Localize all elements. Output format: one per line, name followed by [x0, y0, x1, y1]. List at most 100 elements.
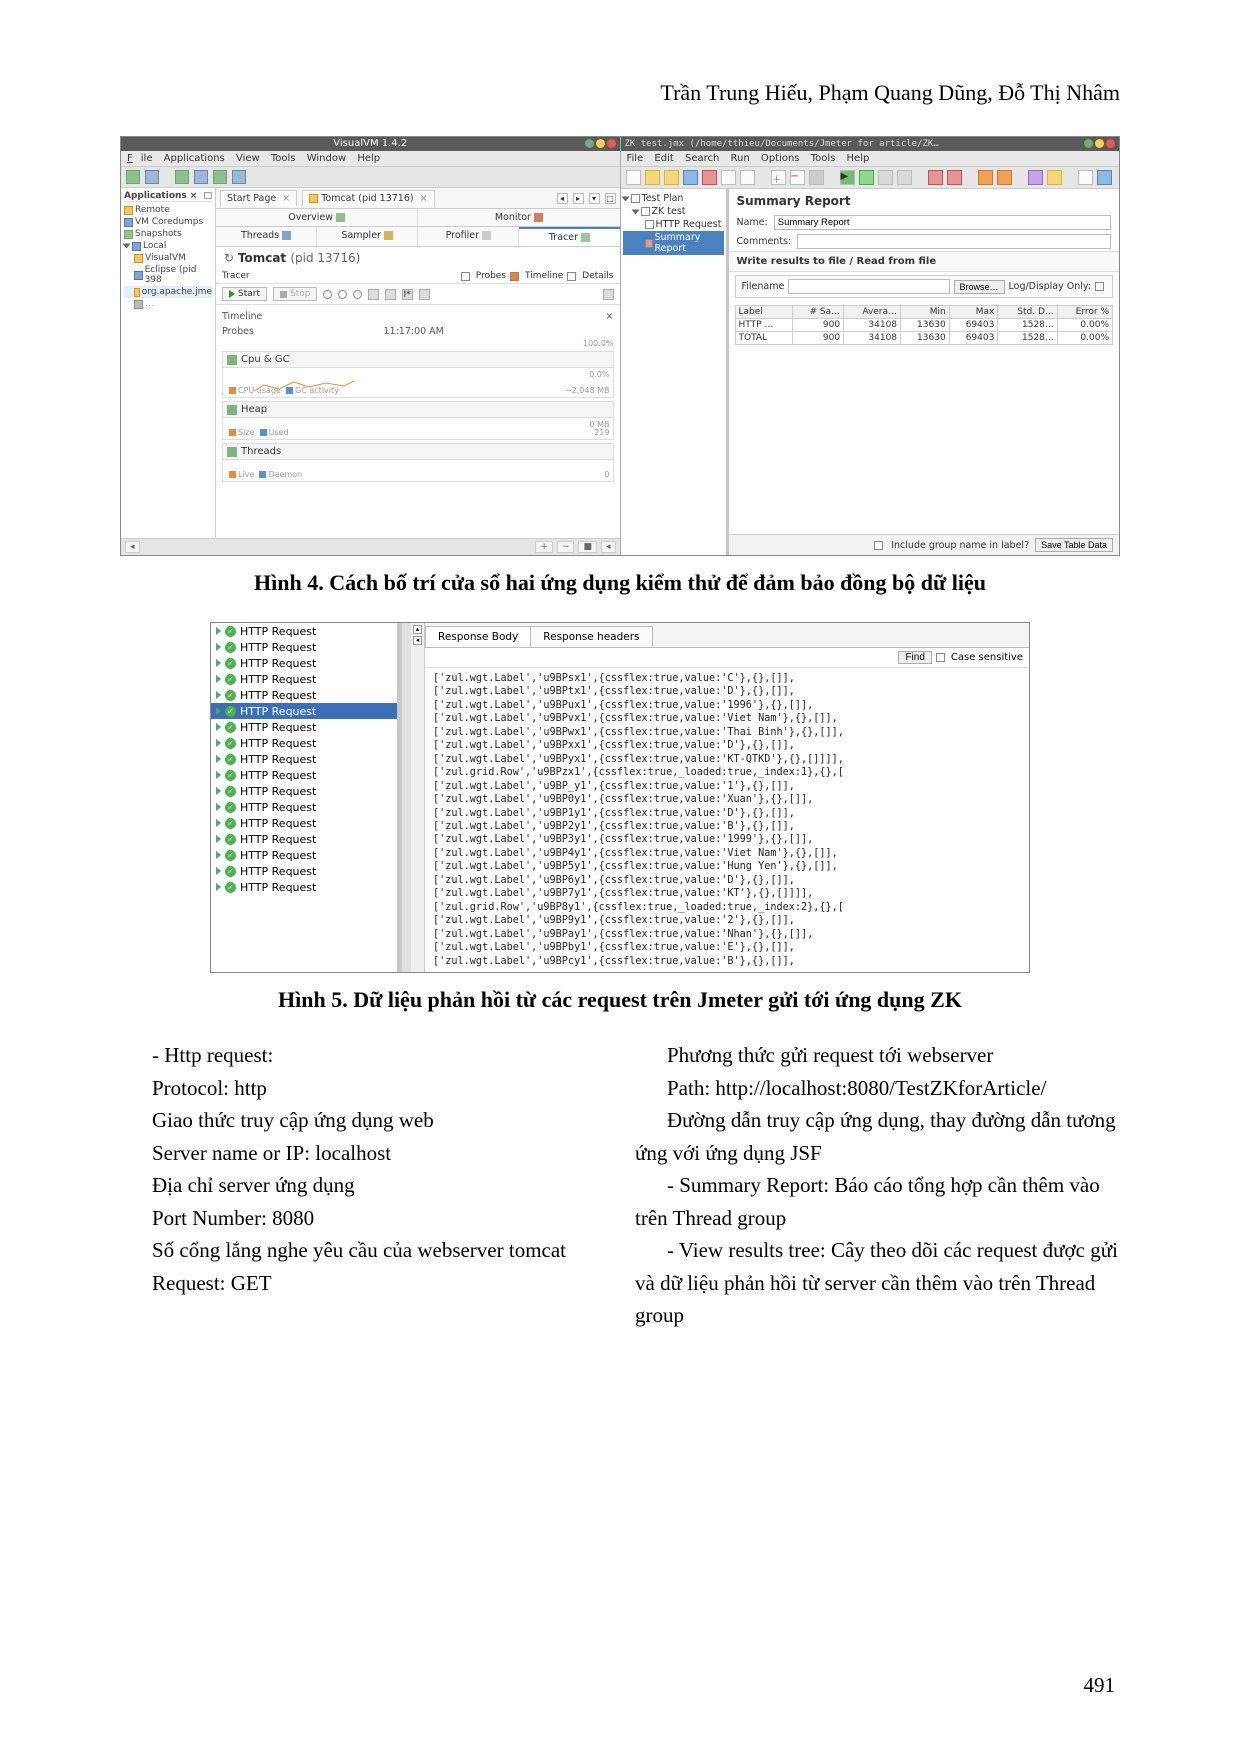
toolbar-icon[interactable]: [175, 170, 189, 184]
toolbar-icon[interactable]: [232, 170, 246, 184]
footer-btn[interactable]: ◂: [125, 541, 140, 553]
request-item[interactable]: ✓HTTP Request: [211, 687, 397, 703]
expand-icon[interactable]: [216, 883, 221, 891]
expand-icon[interactable]: [216, 819, 221, 827]
probes-checkbox[interactable]: [461, 272, 470, 281]
pin-icon[interactable]: × □: [190, 191, 212, 201]
toolbar-icon[interactable]: [145, 170, 159, 184]
save-icon[interactable]: [683, 170, 698, 185]
expand-icon[interactable]: [216, 643, 221, 651]
stop-button[interactable]: Stop: [273, 287, 317, 301]
request-item[interactable]: ✓HTTP Request: [211, 863, 397, 879]
node-apache-jmeter[interactable]: org.apache.jme: [124, 286, 212, 298]
menu-applications[interactable]: Applications: [164, 153, 225, 164]
response-body[interactable]: ['zul.wgt.Label','u9BPsx1',{cssflex:true…: [425, 668, 1029, 972]
tab-response-body[interactable]: Response Body: [425, 626, 531, 647]
filename-input[interactable]: [788, 279, 949, 294]
tab-right-icon[interactable]: ▸: [573, 193, 584, 204]
node-local[interactable]: Local: [124, 240, 212, 252]
subtab-profiler[interactable]: Profiler: [418, 227, 519, 246]
comments-input[interactable]: [797, 234, 1111, 249]
stop-icon[interactable]: [878, 170, 893, 185]
expand-icon[interactable]: [216, 707, 221, 715]
expand-icon[interactable]: [216, 787, 221, 795]
visualvm-menubar[interactable]: File Applications View Tools Window Help: [121, 151, 620, 167]
tree-test-plan[interactable]: Test Plan: [623, 192, 724, 205]
tree-summary-report[interactable]: Summary Report: [623, 231, 724, 255]
node-visualvm[interactable]: VisualVM: [124, 252, 212, 264]
expand-icon[interactable]: [216, 851, 221, 859]
paste-icon[interactable]: [740, 170, 755, 185]
node-remote[interactable]: Remote: [124, 204, 212, 216]
tab-left-icon[interactable]: ◂: [557, 193, 568, 204]
expand-icon[interactable]: [216, 627, 221, 635]
request-item[interactable]: ✓HTTP Request: [211, 815, 397, 831]
probe-cpu-gc[interactable]: Cpu & GC: [222, 351, 614, 368]
jmeter-menubar[interactable]: File Edit Search Run Options Tools Help: [621, 151, 1120, 167]
node-row[interactable]: …: [124, 298, 212, 310]
node-vm-coredumps[interactable]: VM Coredumps: [124, 216, 212, 228]
request-item[interactable]: ✓HTTP Request: [211, 719, 397, 735]
name-input[interactable]: [774, 215, 1111, 230]
toolbar-icon[interactable]: [194, 170, 208, 184]
expand-icon[interactable]: [216, 803, 221, 811]
function-helper-icon[interactable]: [1028, 170, 1043, 185]
expand-icon[interactable]: [123, 244, 131, 249]
menu-search[interactable]: Search: [685, 153, 719, 164]
footer-btn[interactable]: +: [535, 541, 553, 553]
menu-window[interactable]: Window: [307, 153, 346, 164]
request-item[interactable]: ✓HTTP Request: [211, 623, 397, 639]
help-icon[interactable]: [1047, 170, 1062, 185]
close-icon[interactable]: ×: [420, 193, 428, 204]
request-item[interactable]: ✓HTTP Request: [211, 879, 397, 895]
subtab-threads[interactable]: Threads: [216, 227, 317, 246]
maximize-icon[interactable]: [1095, 139, 1104, 148]
logdisplay-checkbox[interactable]: [1095, 282, 1104, 291]
menu-edit[interactable]: Edit: [654, 153, 673, 164]
request-item[interactable]: ✓HTTP Request: [211, 847, 397, 863]
expand-icon[interactable]: [216, 723, 221, 731]
request-item[interactable]: ✓HTTP Request: [211, 639, 397, 655]
plus-icon[interactable]: ＋: [771, 170, 786, 185]
request-item[interactable]: ✓HTTP Request: [211, 655, 397, 671]
expand-icon[interactable]: [216, 739, 221, 747]
close-icon[interactable]: [607, 139, 616, 148]
tree-zk-test[interactable]: ZK test: [623, 205, 724, 218]
zoom-fit-icon[interactable]: [353, 290, 362, 299]
expand-icon[interactable]: [216, 659, 221, 667]
expand-icon[interactable]: [216, 755, 221, 763]
expand-icon[interactable]: [216, 867, 221, 875]
node-eclipse[interactable]: Eclipse (pid 398: [124, 264, 212, 286]
table-row[interactable]: TOTAL9003410813630694031528…0.00%: [735, 332, 1113, 345]
request-item[interactable]: ✓HTTP Request: [211, 671, 397, 687]
tab-drop-icon[interactable]: ▾: [589, 193, 600, 204]
expand-icon[interactable]: [216, 675, 221, 683]
expand-icon[interactable]: [216, 835, 221, 843]
tab-tomcat[interactable]: Tomcat (pid 13716)×: [302, 190, 434, 206]
minimize-icon[interactable]: [585, 139, 594, 148]
menu-options[interactable]: Options: [761, 153, 800, 164]
copy-icon[interactable]: [721, 170, 736, 185]
menu-file[interactable]: File: [127, 153, 152, 164]
sash[interactable]: ▴ ◂: [411, 623, 425, 972]
reset-search-icon[interactable]: [997, 170, 1012, 185]
subtab-sampler[interactable]: Sampler: [317, 227, 418, 246]
tool-icon[interactable]: I*: [402, 289, 413, 300]
clear-icon[interactable]: [928, 170, 943, 185]
cut-icon[interactable]: [702, 170, 717, 185]
scrollbar[interactable]: [401, 623, 411, 972]
footer-btn[interactable]: −: [557, 541, 575, 553]
tab-start-page[interactable]: Start Page×: [220, 190, 297, 206]
request-item[interactable]: ✓HTTP Request: [211, 751, 397, 767]
start-no-icon[interactable]: [859, 170, 874, 185]
minimize-icon[interactable]: [1084, 139, 1093, 148]
request-item[interactable]: ✓HTTP Request: [211, 767, 397, 783]
menu-help[interactable]: Help: [357, 153, 380, 164]
save-table-button[interactable]: Save Table Data: [1035, 538, 1113, 552]
find-button[interactable]: Find: [898, 651, 931, 664]
tree-http-request[interactable]: HTTP Request: [623, 218, 724, 231]
browse-button[interactable]: Browse…: [954, 280, 1005, 294]
table-row[interactable]: HTTP …9003410813630694031528…0.00%: [735, 319, 1113, 332]
tool-icon[interactable]: [419, 289, 430, 300]
tab-max-icon[interactable]: □: [605, 193, 616, 204]
